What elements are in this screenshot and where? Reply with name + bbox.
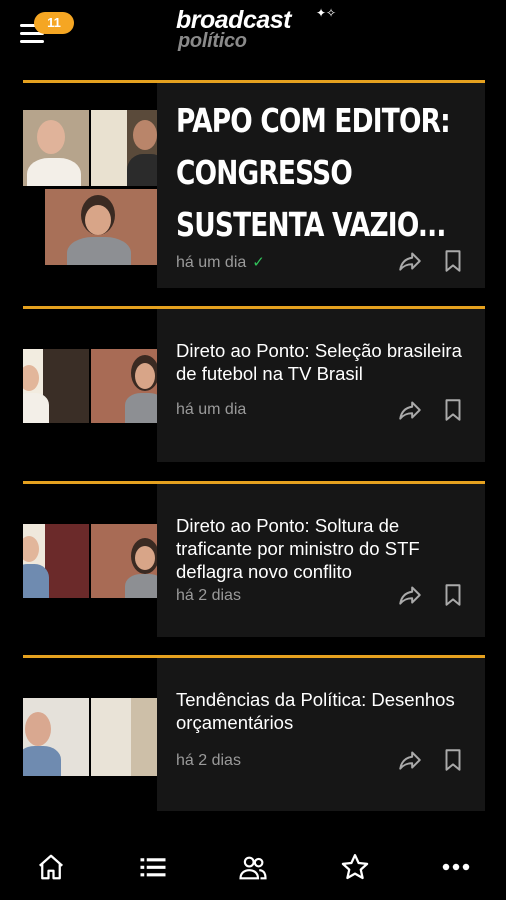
video-thumbnail[interactable] [23,658,157,811]
share-button[interactable] [397,747,423,773]
share-button[interactable] [397,248,423,274]
article-title[interactable]: Direto ao Ponto: Soltura de traficante p… [176,514,467,583]
article-title[interactable]: PAPO COM EDITOR: CONGRESSO SUSTENTA VAZI… [176,95,472,251]
bookmark-icon [445,250,461,272]
article-time: há 2 dias [176,752,241,769]
article-card[interactable]: PAPO COM EDITOR: CONGRESSO SUSTENTA VAZI… [23,80,485,288]
article-title[interactable]: Tendências da Política: Desenhos orçamen… [176,688,467,734]
bookmark-button[interactable] [440,747,466,773]
bookmark-icon [445,399,461,421]
nav-home[interactable] [36,852,66,882]
nav-people[interactable] [238,852,268,882]
bookmark-icon [445,749,461,771]
app-logo: broadcast ✦✧ político [176,6,346,56]
share-button[interactable] [397,397,423,423]
sparkle-icon: ✦✧ [316,6,337,20]
bookmark-button[interactable] [440,397,466,423]
check-icon: ✓ [252,254,265,271]
notification-badge[interactable]: 11 [34,12,74,34]
logo-sub-text: político [178,30,247,52]
share-icon [399,751,421,770]
video-thumbnail[interactable] [23,309,157,462]
share-button[interactable] [397,582,423,608]
bottom-nav [0,828,506,900]
share-icon [399,252,421,271]
list-icon [140,858,166,877]
nav-favorites[interactable] [340,852,370,882]
nav-more[interactable] [441,852,471,882]
bookmark-button[interactable] [440,248,466,274]
star-icon [341,854,369,880]
article-time: há 2 dias [176,587,241,604]
article-card[interactable]: Tendências da Política: Desenhos orçamen… [23,655,485,811]
article-card[interactable]: Direto ao Ponto: Soltura de traficante p… [23,481,485,637]
share-icon [399,401,421,420]
video-thumbnail[interactable] [23,484,157,637]
bookmark-button[interactable] [440,582,466,608]
home-icon [39,854,63,880]
more-icon [442,863,470,871]
article-title[interactable]: Direto ao Ponto: Seleção brasileira de f… [176,339,467,385]
people-icon [239,856,267,880]
share-icon [399,586,421,605]
article-card[interactable]: Direto ao Ponto: Seleção brasileira de f… [23,306,485,462]
article-time: há um dia [176,401,247,418]
bookmark-icon [445,584,461,606]
video-thumbnail[interactable] [23,83,157,288]
article-time: há um dia ✓ [176,254,265,271]
nav-list[interactable] [138,852,168,882]
app-header: 11 broadcast ✦✧ político [0,0,506,62]
